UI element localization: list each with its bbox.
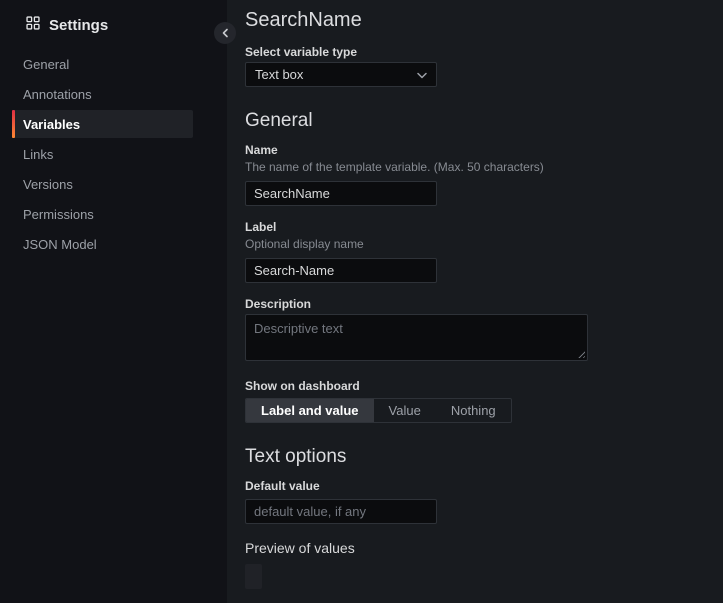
- sidebar-item-general[interactable]: General: [12, 50, 193, 78]
- description-textarea[interactable]: [245, 314, 588, 361]
- sidebar-header: Settings: [0, 0, 227, 38]
- general-section-heading: General: [245, 109, 723, 133]
- main-content: SearchName Select variable type Text box…: [227, 0, 723, 603]
- label-label: Label: [245, 220, 723, 234]
- collapse-sidebar-button[interactable]: [214, 22, 236, 44]
- description-label: Description: [245, 297, 723, 311]
- label-field: Label Optional display name: [245, 220, 723, 283]
- text-options-section-heading: Text options: [245, 445, 723, 469]
- page-title: SearchName: [245, 8, 723, 33]
- sidebar-item-annotations[interactable]: Annotations: [12, 80, 193, 108]
- variable-type-select[interactable]: Text box: [245, 62, 437, 87]
- preview-value-chip: [245, 564, 262, 589]
- chevron-down-icon: [417, 67, 427, 82]
- variable-type-label: Select variable type: [245, 45, 723, 59]
- sidebar-item-variables[interactable]: Variables: [12, 110, 193, 138]
- name-label: Name: [245, 143, 723, 157]
- radio-option-label-and-value[interactable]: Label and value: [246, 399, 374, 422]
- show-on-dashboard-field: Show on dashboard Label and value Value …: [245, 379, 723, 423]
- sidebar-item-links[interactable]: Links: [12, 140, 193, 168]
- preview-of-values-heading: Preview of values: [245, 540, 723, 556]
- settings-title: Settings: [49, 17, 108, 34]
- variable-type-field: Select variable type Text box: [245, 45, 723, 87]
- default-value-input[interactable]: [245, 499, 437, 524]
- default-value-label: Default value: [245, 479, 723, 493]
- radio-option-value[interactable]: Value: [374, 399, 436, 422]
- chevron-left-icon: [221, 26, 229, 41]
- name-field-description: The name of the template variable. (Max.…: [245, 160, 723, 174]
- sidebar-item-permissions[interactable]: Permissions: [12, 200, 193, 228]
- sidebar-item-json-model[interactable]: JSON Model: [12, 230, 193, 258]
- settings-nav: General Annotations Variables Links Vers…: [12, 50, 193, 258]
- label-field-description: Optional display name: [245, 237, 723, 251]
- variable-type-value: Text box: [255, 67, 303, 82]
- label-input[interactable]: [245, 258, 437, 283]
- sidebar-item-versions[interactable]: Versions: [12, 170, 193, 198]
- default-value-field: Default value: [245, 479, 723, 524]
- description-field: Description: [245, 297, 723, 361]
- radio-option-nothing[interactable]: Nothing: [436, 399, 511, 422]
- settings-sidebar: Settings General Annotations Variables L…: [0, 0, 227, 603]
- show-on-dashboard-label: Show on dashboard: [245, 379, 723, 393]
- apps-grid-icon: [26, 16, 40, 34]
- show-on-dashboard-group: Label and value Value Nothing: [245, 398, 512, 423]
- name-input[interactable]: [245, 181, 437, 206]
- name-field: Name The name of the template variable. …: [245, 143, 723, 206]
